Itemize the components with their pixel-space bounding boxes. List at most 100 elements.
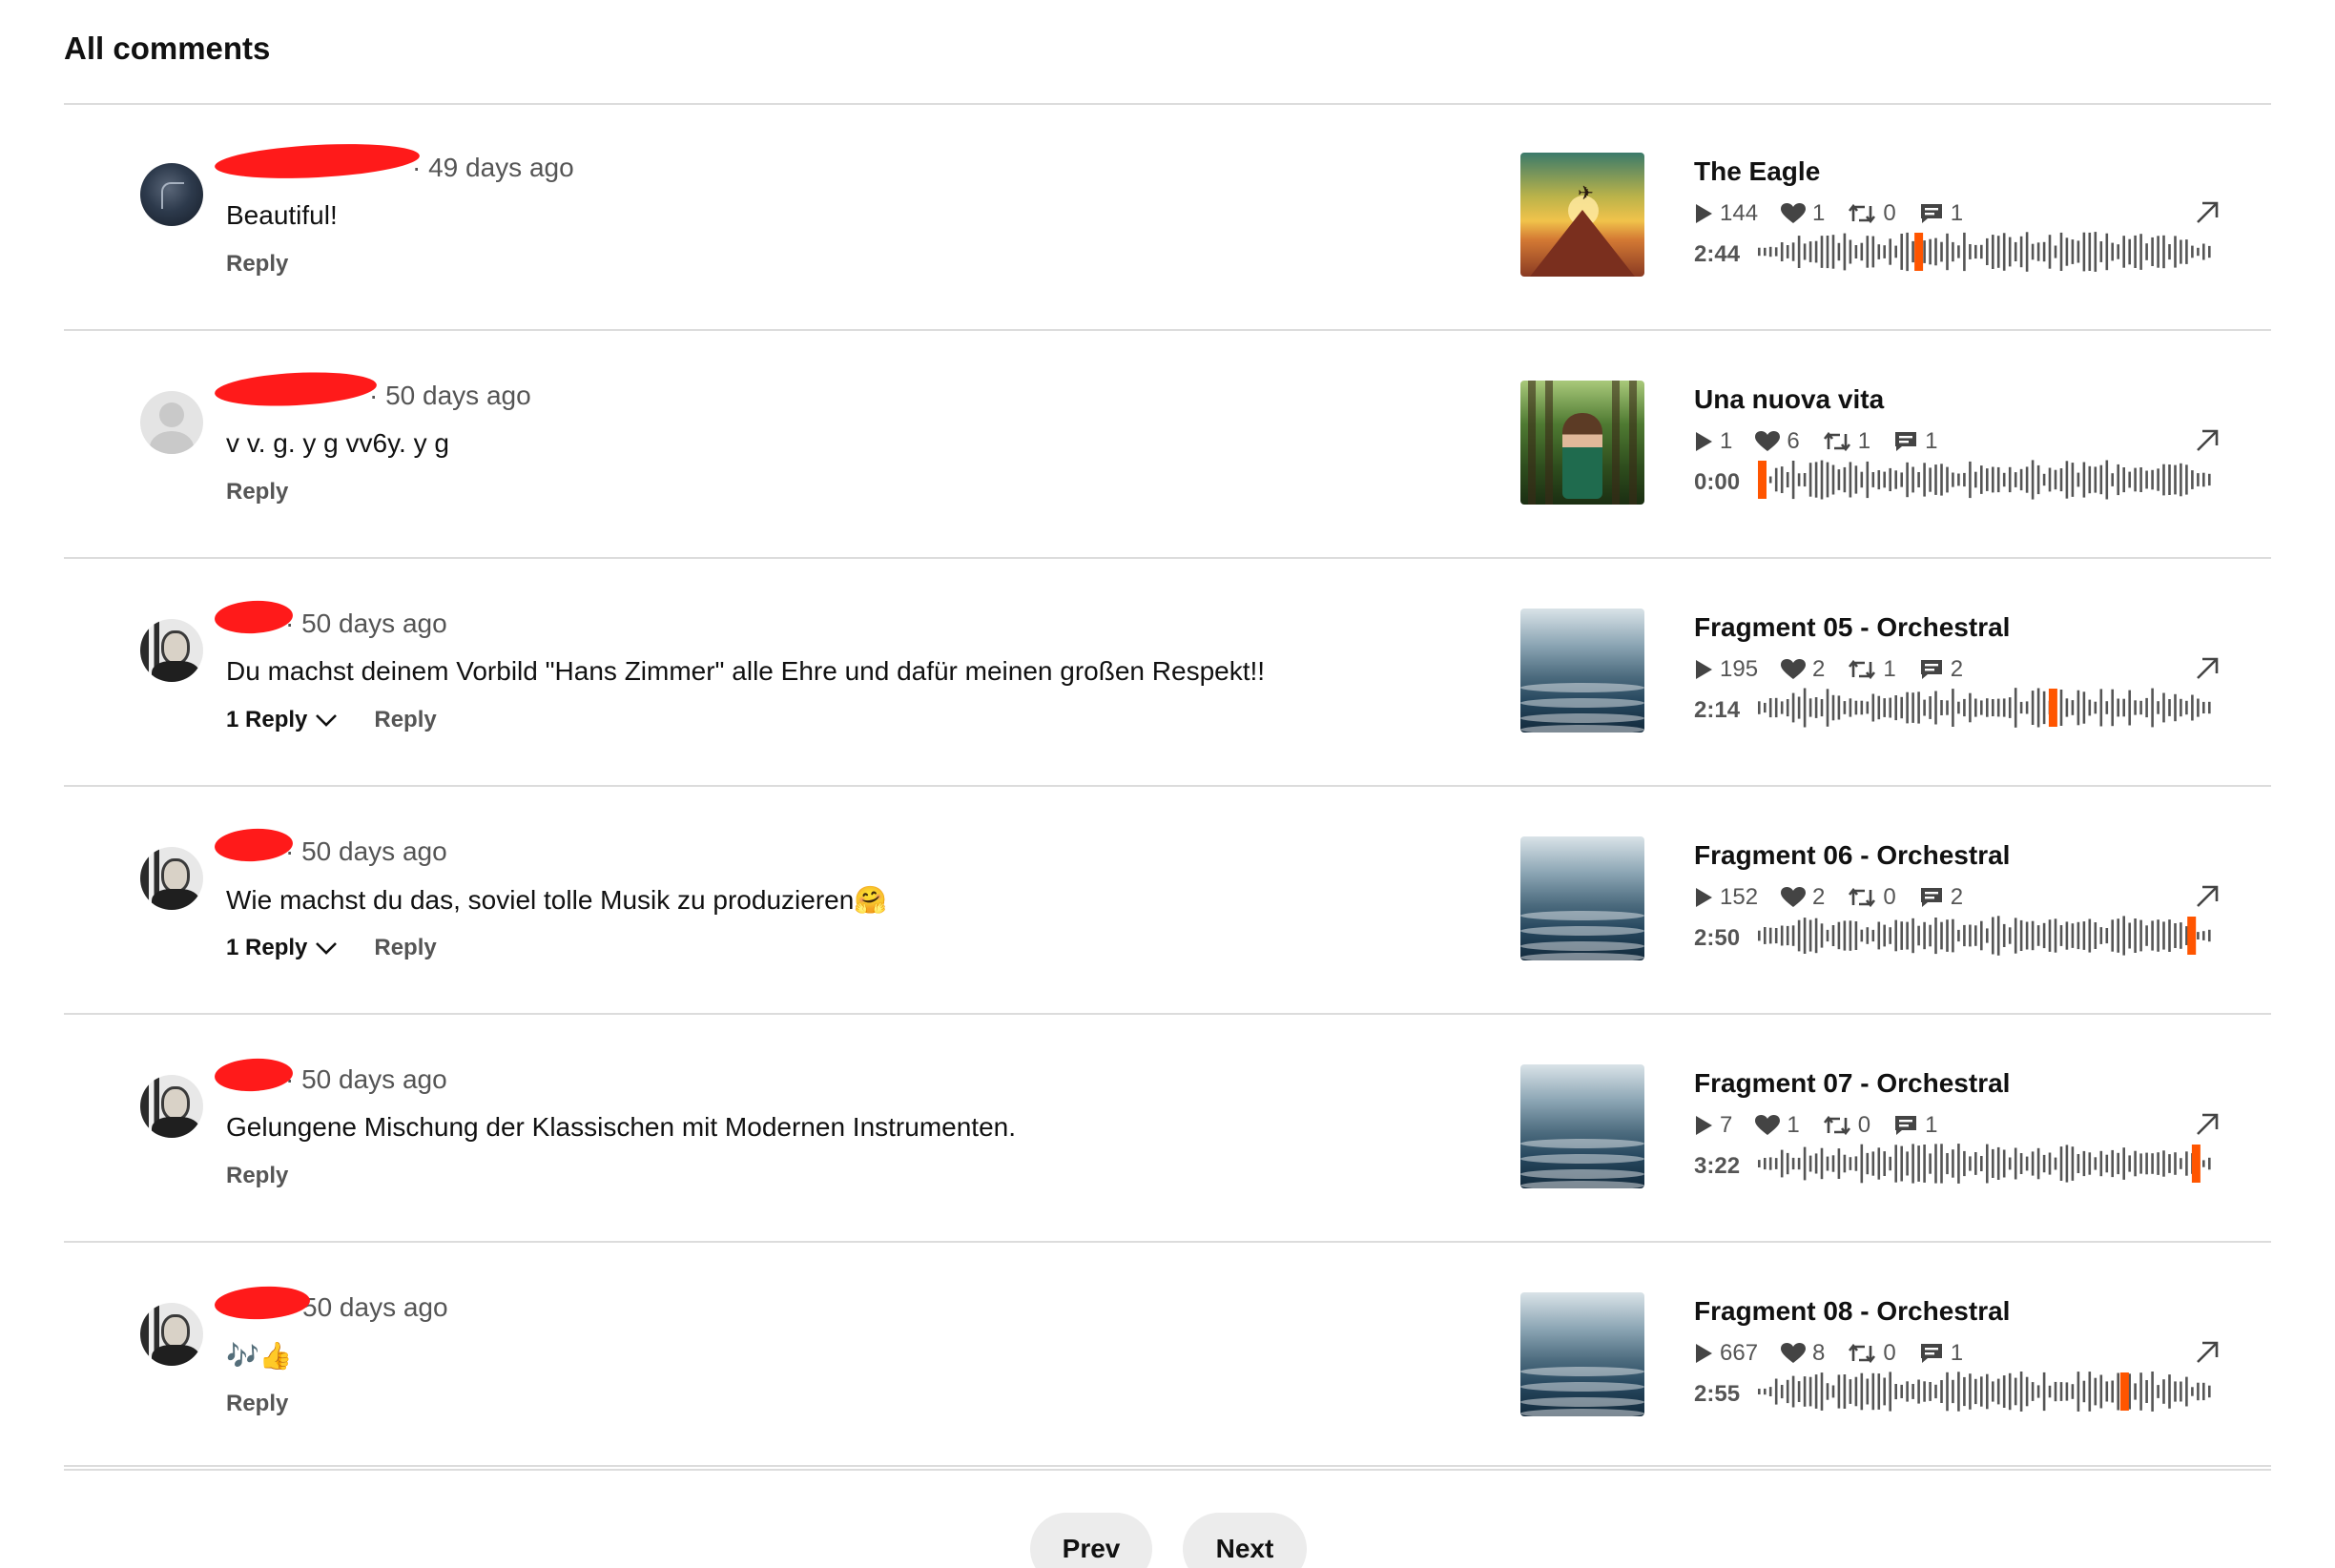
prev-button[interactable]: Prev — [1030, 1513, 1152, 1568]
waveform-bar — [1791, 1157, 1795, 1170]
waveform-bar — [2059, 1382, 2063, 1401]
waveform-bar — [1923, 699, 1926, 716]
track-title[interactable]: The Eagle — [1694, 156, 1820, 187]
track-title[interactable]: Fragment 07 - Orchestral — [1694, 1068, 2010, 1099]
waveform-bar — [1774, 928, 1778, 944]
comment-row: 50 days ago 🎶👍 Reply Fragment 08 - Orchestr… — [64, 1245, 2271, 1471]
playhead-marker[interactable] — [2191, 1145, 2201, 1183]
waveform-bar — [2139, 1153, 2142, 1174]
reply-button[interactable]: Reply — [226, 479, 288, 505]
waveform[interactable] — [1758, 685, 2214, 731]
playhead-marker[interactable] — [1758, 461, 1767, 499]
waveform-bar — [1974, 1152, 1977, 1175]
waveform-bar — [2088, 918, 2092, 953]
track-time: 2:55 — [1694, 1381, 1741, 1407]
artwork-wave — [1520, 1169, 1644, 1179]
track-title[interactable]: Una nuova vita — [1694, 384, 1884, 415]
comment-stat: 2 — [1919, 656, 1963, 683]
waveform-bar — [1957, 473, 1960, 486]
waveform-bar — [1894, 919, 1897, 952]
view-replies-button[interactable]: 1 Reply — [226, 935, 338, 961]
track-artwork[interactable] — [1520, 609, 1644, 732]
replies-count-label: 1 Reply — [226, 935, 308, 960]
waveform-bar — [2031, 920, 2035, 951]
artwork-wave — [1520, 1367, 1644, 1376]
track-title[interactable]: Fragment 05 - Orchestral — [1694, 612, 2010, 643]
waveform-bar — [2117, 244, 2119, 259]
avatar[interactable] — [140, 847, 203, 910]
track-artwork[interactable] — [1520, 836, 1644, 960]
waveform-bar — [1797, 1381, 1801, 1402]
avatar[interactable] — [140, 391, 203, 454]
waveform-bar — [1820, 1147, 1824, 1180]
avatar[interactable] — [140, 1075, 203, 1138]
waveform[interactable] — [1758, 229, 2214, 275]
waveform-bar — [1911, 1144, 1914, 1184]
waveform-bar — [1889, 467, 1891, 491]
play-stat: 1 — [1694, 428, 1732, 455]
heart-icon — [1781, 203, 1812, 224]
waveform-bar — [1826, 236, 1829, 269]
waveform-bar — [1786, 925, 1789, 946]
reply-button[interactable]: Reply — [374, 935, 436, 961]
track-title[interactable]: Fragment 08 - Orchestral — [1694, 1296, 2010, 1327]
playhead-marker[interactable] — [1914, 233, 1924, 271]
track-artwork[interactable] — [1520, 1292, 1644, 1416]
heart-stat: 2 — [1781, 884, 1825, 911]
reply-button[interactable]: Reply — [226, 251, 288, 278]
reply-button[interactable]: Reply — [226, 1163, 288, 1189]
waveform-bar — [1843, 920, 1847, 951]
waveform-bar — [1814, 240, 1818, 263]
avatar[interactable] — [140, 163, 203, 226]
waveform-bar — [1849, 1157, 1852, 1170]
next-button[interactable]: Next — [1183, 1513, 1307, 1568]
waveform-bar — [1934, 464, 1937, 495]
waveform-bar — [2185, 1151, 2188, 1176]
waveform[interactable] — [1758, 1141, 2214, 1186]
playhead-marker[interactable] — [2187, 917, 2197, 955]
avatar-face — [161, 1086, 190, 1121]
track-title[interactable]: Fragment 06 - Orchestral — [1694, 840, 2010, 871]
artwork-wave — [1520, 1397, 1644, 1407]
artwork-wave — [1520, 926, 1644, 936]
replies-count-label: 1 Reply — [226, 707, 308, 732]
waveform-bar — [1952, 689, 1954, 727]
waveform[interactable] — [1758, 913, 2214, 959]
track-artwork[interactable] — [1520, 1064, 1644, 1188]
waveform-bar — [2111, 689, 2114, 727]
reply-button[interactable]: Reply — [374, 707, 436, 733]
waveform-bar — [2157, 1152, 2159, 1175]
view-replies-button[interactable]: 1 Reply — [226, 707, 338, 733]
waveform-bar — [1768, 927, 1772, 944]
playhead-marker[interactable] — [2119, 1372, 2129, 1411]
waveform-bar — [1803, 473, 1807, 487]
track-artwork[interactable]: ✈ — [1520, 153, 1644, 277]
arrow-up-right-icon[interactable] — [2193, 882, 2221, 916]
waveform-bar — [1906, 232, 1909, 272]
reply-button[interactable]: Reply — [226, 1391, 288, 1417]
track-artwork[interactable] — [1520, 381, 1644, 505]
waveform-bar — [1831, 235, 1835, 269]
arrow-up-right-icon[interactable] — [2193, 1110, 2221, 1144]
waveform-bar — [2019, 1372, 2023, 1412]
arrow-up-right-icon[interactable] — [2193, 1338, 2221, 1372]
waveform-bar — [1974, 925, 1977, 946]
avatar[interactable] — [140, 619, 203, 682]
track-time: 2:50 — [1694, 925, 1741, 951]
arrow-up-right-icon[interactable] — [2193, 198, 2221, 232]
playhead-marker[interactable] — [2048, 689, 2057, 727]
arrow-up-right-icon[interactable] — [2193, 654, 2221, 688]
waveform-bar — [1986, 1373, 1989, 1410]
waveform-bar — [2174, 236, 2177, 268]
waveform-bar — [2031, 691, 2035, 725]
artwork-tree — [1528, 381, 1536, 505]
waveform-bar — [2025, 232, 2029, 272]
arrow-up-right-icon[interactable] — [2193, 426, 2221, 460]
waveform[interactable] — [1758, 457, 2214, 503]
waveform-bar — [1780, 466, 1784, 493]
avatar[interactable] — [140, 1303, 203, 1366]
waveform-bar — [2099, 1150, 2103, 1177]
waveform-bar — [1992, 1381, 1994, 1402]
waveform[interactable] — [1758, 1369, 2214, 1414]
repost-stat: 0 — [1848, 1340, 1896, 1367]
